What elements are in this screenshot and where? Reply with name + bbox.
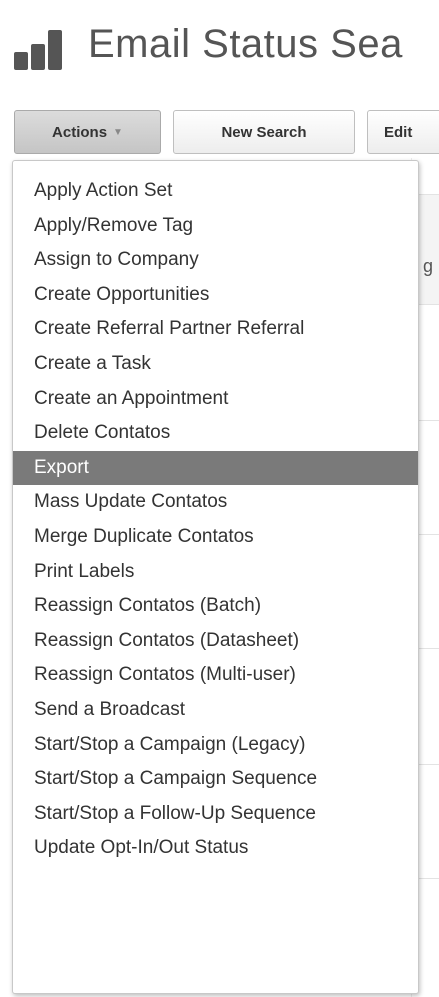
menu-item-mass-update-contatos[interactable]: Mass Update Contatos <box>13 485 418 520</box>
menu-item-start-stop-a-follow-up-sequence[interactable]: Start/Stop a Follow-Up Sequence <box>13 797 418 832</box>
menu-item-reassign-contatos-datasheet[interactable]: Reassign Contatos (Datasheet) <box>13 624 418 659</box>
menu-item-start-stop-a-campaign-legacy[interactable]: Start/Stop a Campaign (Legacy) <box>13 728 418 763</box>
menu-item-print-labels[interactable]: Print Labels <box>13 555 418 590</box>
toolbar: Actions ▼ New Search Edit <box>14 110 439 156</box>
menu-item-start-stop-a-campaign-sequence[interactable]: Start/Stop a Campaign Sequence <box>13 762 418 797</box>
actions-button[interactable]: Actions ▼ <box>14 110 161 154</box>
menu-item-merge-duplicate-contatos[interactable]: Merge Duplicate Contatos <box>13 520 418 555</box>
page-title: Email Status Sea <box>88 22 403 66</box>
menu-item-reassign-contatos-batch[interactable]: Reassign Contatos (Batch) <box>13 589 418 624</box>
menu-item-reassign-contatos-multi-user[interactable]: Reassign Contatos (Multi-user) <box>13 658 418 693</box>
menu-item-create-an-appointment[interactable]: Create an Appointment <box>13 382 418 417</box>
bar-chart-icon <box>14 26 74 70</box>
menu-item-assign-to-company[interactable]: Assign to Company <box>13 243 418 278</box>
menu-item-delete-contatos[interactable]: Delete Contatos <box>13 416 418 451</box>
page-header: Email Status Sea <box>14 14 439 74</box>
menu-item-apply-action-set[interactable]: Apply Action Set <box>13 174 418 209</box>
caret-down-icon: ▼ <box>113 126 123 138</box>
menu-item-create-referral-partner-referral[interactable]: Create Referral Partner Referral <box>13 312 418 347</box>
menu-item-create-opportunities[interactable]: Create Opportunities <box>13 278 418 313</box>
menu-item-create-a-task[interactable]: Create a Task <box>13 347 418 382</box>
menu-item-apply-remove-tag[interactable]: Apply/Remove Tag <box>13 209 418 244</box>
menu-item-update-opt-in-out-status[interactable]: Update Opt-In/Out Status <box>13 831 418 866</box>
menu-item-export[interactable]: Export <box>13 450 418 486</box>
actions-dropdown-menu: Apply Action Set Apply/Remove Tag Assign t… <box>12 160 419 994</box>
edit-button[interactable]: Edit <box>367 110 439 154</box>
actions-button-label: Actions <box>52 123 108 141</box>
menu-item-send-a-broadcast[interactable]: Send a Broadcast <box>13 693 418 728</box>
new-search-button[interactable]: New Search <box>173 110 355 154</box>
column-header-partial: g <box>423 256 434 276</box>
